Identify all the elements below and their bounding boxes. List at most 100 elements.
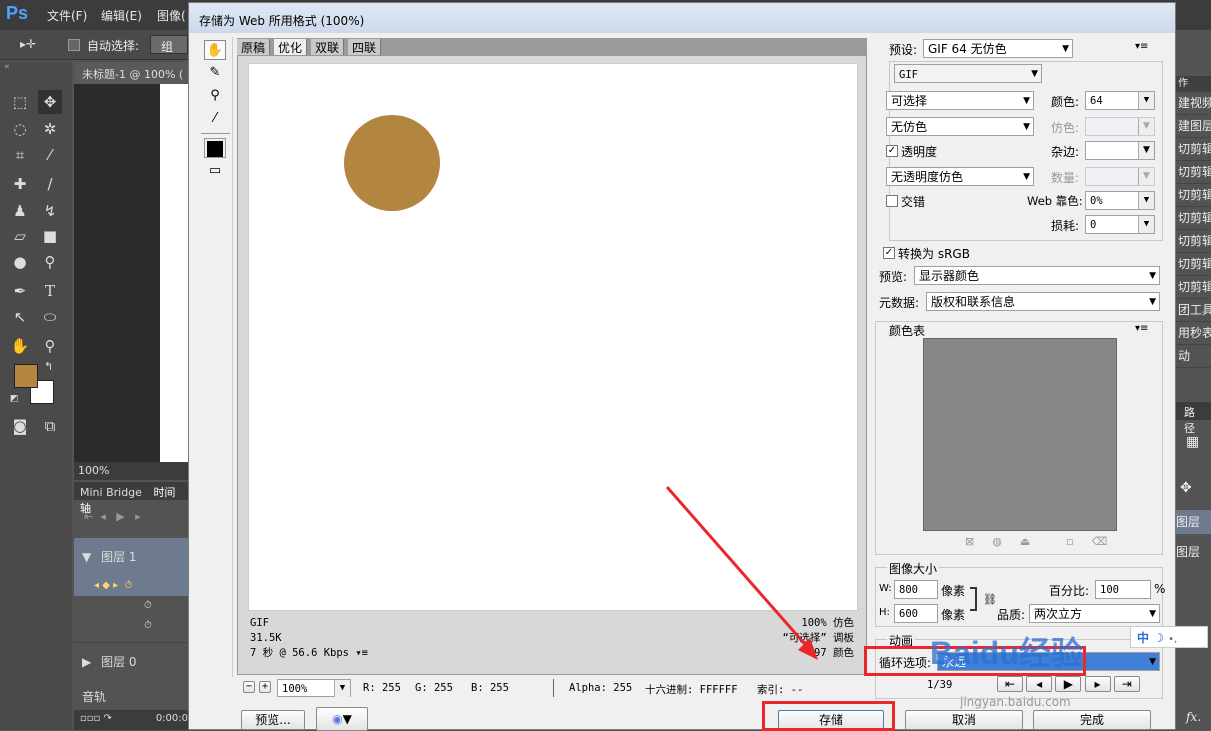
play-button[interactable]: ▶ xyxy=(1055,676,1082,692)
foreground-color-swatch[interactable] xyxy=(14,364,38,388)
zoom-out-button[interactable]: − xyxy=(243,681,255,693)
keyframe-row[interactable]: ◂ ◆ ▸ ⏱ xyxy=(74,578,190,596)
menu-edit[interactable]: 编辑(E) xyxy=(101,7,142,24)
auto-select-checkbox[interactable] xyxy=(68,39,80,51)
tab-4-up[interactable]: 四联 xyxy=(348,39,382,55)
web-shift-icon[interactable]: ◍ xyxy=(992,535,1020,548)
delete-color-icon[interactable]: ⌫ xyxy=(1092,535,1126,548)
action-item[interactable]: 建图层 xyxy=(1176,115,1211,138)
screen-mode-icon[interactable]: ⧉ xyxy=(38,414,62,438)
tab-paths[interactable]: 路径 xyxy=(1176,402,1211,435)
height-input[interactable]: 600 xyxy=(894,604,938,623)
matte-dropdown[interactable]: ▼ xyxy=(1085,141,1155,160)
action-item[interactable]: 用秒表 xyxy=(1176,322,1211,345)
gradient-tool-icon[interactable]: ■ xyxy=(38,224,62,248)
eraser-tool-icon[interactable]: ▱ xyxy=(8,224,32,248)
prev-frame-button[interactable]: ◂ xyxy=(1026,676,1053,692)
timeline-layer-row[interactable]: ▼ 图层 1 xyxy=(74,538,190,578)
menu-icon[interactable]: ▾≡ xyxy=(355,647,368,659)
playback-controls[interactable]: ⇤ ◂ ▶ ▸ xyxy=(84,510,141,523)
slice-select-icon[interactable]: ✎ xyxy=(204,63,226,83)
marquee-tool-icon[interactable]: ⬚ xyxy=(8,90,32,114)
web-snap-input[interactable]: 0% ▼ xyxy=(1085,191,1155,210)
color-reduction-dropdown[interactable]: 可选择 ▼ xyxy=(886,91,1034,110)
lock-color-icon[interactable]: ⏏ xyxy=(1020,535,1048,548)
healing-brush-icon[interactable]: ✚ xyxy=(8,172,32,196)
transparency-dither-dropdown[interactable]: 无透明度仿色 ▼ xyxy=(886,167,1034,186)
zoom-dropdown[interactable]: 100% ▼ xyxy=(277,679,351,697)
action-item[interactable]: 团工具 xyxy=(1176,299,1211,322)
default-colors-icon[interactable]: ◩ xyxy=(10,394,19,404)
action-item[interactable]: 切剪辑 xyxy=(1176,230,1211,253)
render-icon[interactable]: ▫▫▫ ↷ xyxy=(80,713,112,724)
color-table-menu-icon[interactable]: ▾≡ xyxy=(1135,323,1148,334)
path-select-icon[interactable]: ↖ xyxy=(8,305,32,329)
action-item[interactable]: 切剪辑 xyxy=(1176,207,1211,230)
interlaced-checkbox[interactable] xyxy=(886,195,898,207)
quick-mask-icon[interactable]: ◙ xyxy=(8,414,32,438)
move-icon[interactable]: ✥ xyxy=(1180,480,1192,496)
expand-icon[interactable]: ▶ xyxy=(82,655,91,669)
eyedropper-color-swatch[interactable] xyxy=(204,138,226,158)
layer-row[interactable]: 图层 xyxy=(1176,510,1211,534)
first-frame-button[interactable]: ⇤ xyxy=(997,676,1023,692)
dither-algorithm-dropdown[interactable]: 无仿色 ▼ xyxy=(886,117,1034,136)
width-input[interactable]: 800 xyxy=(894,580,938,599)
tab-optimized[interactable]: 优化 xyxy=(274,39,308,55)
toggle-slices-icon[interactable]: ▭ xyxy=(204,161,226,181)
last-frame-button[interactable]: ⇥ xyxy=(1113,676,1140,692)
lasso-tool-icon[interactable]: ◌ xyxy=(8,117,32,141)
map-transparent-icon[interactable]: ⊠ xyxy=(965,535,992,548)
moon-icon[interactable]: ☽ xyxy=(1153,631,1164,645)
punctuation-icon[interactable]: •, xyxy=(1168,634,1177,645)
lossy-input[interactable]: 0 ▼ xyxy=(1085,215,1155,234)
optimize-menu-icon[interactable]: ▾≡ xyxy=(1135,41,1148,52)
collapse-icon[interactable]: « xyxy=(4,62,10,72)
type-tool-icon[interactable]: T xyxy=(38,279,62,303)
ime-toolbar[interactable]: 中 ☽ •, xyxy=(1130,626,1208,648)
action-item[interactable]: 建视频 xyxy=(1176,92,1211,115)
stopwatch-icon[interactable]: ⏱ xyxy=(144,600,152,611)
stamp-tool-icon[interactable]: ♟ xyxy=(8,199,32,223)
preset-dropdown[interactable]: GIF 64 无仿色 ▼ xyxy=(923,39,1073,58)
tab-2-up[interactable]: 双联 xyxy=(311,39,345,55)
browser-select[interactable]: ◉▼ xyxy=(316,707,368,731)
tab-original[interactable]: 原稿 xyxy=(237,39,271,55)
transparency-checkbox[interactable]: ✓ xyxy=(886,145,898,157)
action-item[interactable]: 切剪辑 xyxy=(1176,253,1211,276)
format-dropdown[interactable]: GIF ▼ xyxy=(894,64,1042,83)
done-button[interactable]: 完成 xyxy=(1033,710,1151,730)
ellipse-tool-icon[interactable]: ⬭ xyxy=(38,305,62,329)
hand-tool-icon[interactable]: ✋ xyxy=(8,334,32,358)
document-tab[interactable]: 未标题-1 @ 100% ( xyxy=(74,62,190,84)
percent-input[interactable]: 100 xyxy=(1095,580,1151,599)
action-item[interactable]: 切剪辑 xyxy=(1176,161,1211,184)
swap-colors-icon[interactable]: ↰ xyxy=(44,360,53,373)
eyedropper-icon[interactable]: ⁄ xyxy=(204,109,226,129)
fx-icon[interactable]: fx. xyxy=(1186,710,1201,724)
preview-color-dropdown[interactable]: 显示器颜色 ▼ xyxy=(914,266,1160,285)
quality-dropdown[interactable]: 两次立方 ▼ xyxy=(1029,604,1160,623)
zoom-in-button[interactable]: + xyxy=(259,681,271,693)
menu-image[interactable]: 图像( xyxy=(157,7,186,24)
brush-tool-icon[interactable]: ∕ xyxy=(38,172,62,196)
blur-tool-icon[interactable]: ● xyxy=(8,250,32,274)
tab-mini-bridge[interactable]: Mini Bridge xyxy=(80,486,142,499)
crop-tool-icon[interactable]: ⌗ xyxy=(8,143,32,167)
layer-row[interactable]: 图层 xyxy=(1176,540,1211,564)
dodge-tool-icon[interactable]: ⚲ xyxy=(38,250,62,274)
action-item[interactable]: 动 xyxy=(1176,345,1211,368)
action-item[interactable]: 切剪辑 xyxy=(1176,276,1211,299)
move-tool-icon[interactable]: ✥ xyxy=(38,90,62,114)
expand-icon[interactable]: ▼ xyxy=(82,550,91,564)
move-tool-icon[interactable]: ▸✛ xyxy=(20,37,36,51)
new-color-icon[interactable]: ▫ xyxy=(1066,535,1091,548)
timeline-layer-row[interactable]: ▶ 图层 0 xyxy=(74,642,190,678)
magic-wand-icon[interactable]: ✲ xyxy=(38,117,62,141)
eyedropper-icon[interactable]: ⁄ xyxy=(38,143,62,167)
convert-srgb-checkbox[interactable]: ✓ xyxy=(883,247,895,259)
color-table[interactable] xyxy=(923,338,1117,531)
next-frame-button[interactable]: ▸ xyxy=(1084,676,1111,692)
hand-tool-icon[interactable]: ✋ xyxy=(204,40,226,60)
zoom-tool-icon[interactable]: ⚲ xyxy=(204,86,226,106)
